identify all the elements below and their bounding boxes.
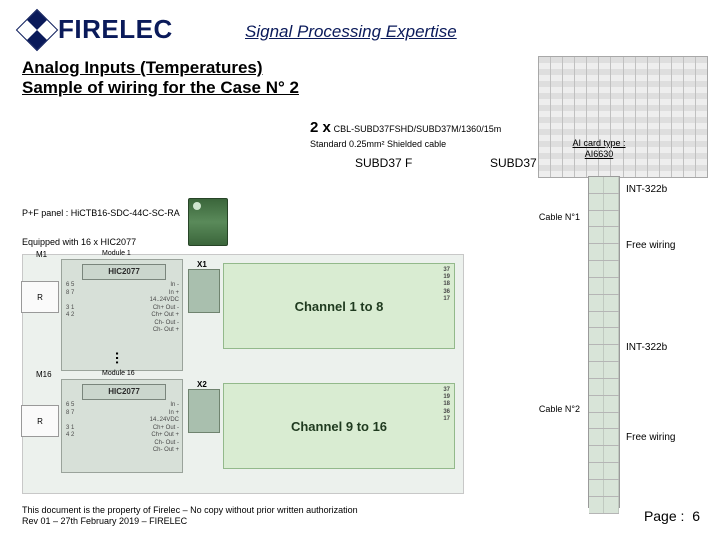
footer-line-2: Rev 01 – 27th February 2019 – FIRELEC <box>22 516 542 528</box>
module-16-tag: M16 <box>36 370 52 379</box>
channel-band-1: Channel 1 to 8 37 19 18 36 17 <box>223 263 455 349</box>
logo-icon <box>16 8 58 50</box>
module-1-left-pins: 6 5 8 7 3 1 4 2 <box>66 282 74 320</box>
page-title: Analog Inputs (Temperatures) Sample of w… <box>22 58 299 98</box>
tagline: Signal Processing Expertise <box>245 22 457 42</box>
terminal-column <box>588 176 620 508</box>
module-1-tag: M1 <box>36 250 47 259</box>
channel-band-1-label: Channel 1 to 8 <box>295 299 384 314</box>
ellipsis-dots: … <box>113 351 129 367</box>
page-number: Page : 6 <box>644 508 700 524</box>
connector-x1: X1 <box>188 269 220 313</box>
channel-band-2: Channel 9 to 16 37 19 18 36 17 <box>223 383 455 469</box>
module-16: M16 Module 16 HIC2077 6 5 8 7 3 1 4 2 In… <box>61 379 183 473</box>
title-line-2: Sample of wiring for the Case N° 2 <box>22 78 299 97</box>
channel-band-2-pins: 37 19 18 36 17 <box>443 387 450 423</box>
hic-chip-1: HIC2077 <box>82 264 166 280</box>
sensor-label-2: R <box>37 417 43 426</box>
connector-x1-tag: X1 <box>197 260 207 269</box>
sensor-top: R <box>21 281 59 313</box>
pf-panel-equipped: Equipped with 16 x HIC2077 <box>22 235 180 249</box>
cable-quantity: 2 x <box>310 119 331 136</box>
connector-x2: X2 <box>188 389 220 433</box>
free-wiring-label-2: Free wiring <box>626 432 706 443</box>
cable-n2-label: Cable N°2 <box>539 404 580 414</box>
connector-x2-tag: X2 <box>197 380 207 389</box>
ai-card-label: AI card type : AI6630 <box>564 138 634 160</box>
rack-photo <box>538 56 708 178</box>
module-16-left-pins: 6 5 8 7 3 1 4 2 <box>66 402 74 440</box>
title-line-1: Analog Inputs (Temperatures) <box>22 58 263 77</box>
wiring-diagram: R R M1 Module 1 HIC2077 6 5 8 7 3 1 4 2 … <box>22 254 464 494</box>
footer-disclaimer: This document is the property of Firelec… <box>22 505 542 528</box>
cable-n1-label: Cable N°1 <box>539 212 580 222</box>
page-num: 6 <box>692 508 700 524</box>
sensor-bottom: R <box>21 405 59 437</box>
module-16-title: Module 16 <box>102 370 135 377</box>
cable-part-number: CBL-SUBD37FSHD/SUBD37M/1360/15m <box>334 124 502 134</box>
pf-panel-model: P+F panel : HiCTB16-SDC-44C-SC-RA <box>22 206 180 220</box>
cable-spec: 2 x CBL-SUBD37FSHD/SUBD37M/1360/15m Stan… <box>310 118 501 152</box>
page-label: Page : <box>644 508 684 524</box>
brand-logo: FIRELEC <box>22 14 173 45</box>
channel-band-2-label: Channel 9 to 16 <box>291 419 387 434</box>
int-card-label-2: INT-322b <box>626 342 706 353</box>
connector-left-label: SUBD37 F <box>355 156 412 170</box>
free-wiring-label-1: Free wiring <box>626 240 706 251</box>
pf-device-photo <box>188 198 228 246</box>
footer-line-1: This document is the property of Firelec… <box>22 505 542 517</box>
int-card-label-1: INT-322b <box>626 184 706 195</box>
pf-panel-info: P+F panel : HiCTB16-SDC-44C-SC-RA Equipp… <box>22 206 180 249</box>
module-1-title: Module 1 <box>102 250 131 257</box>
sensor-label: R <box>37 293 43 302</box>
module-16-right-labels: In - In + 14..24VDC Ch+ Out - Ch+ Out + … <box>150 402 179 455</box>
hic-chip-16: HIC2077 <box>82 384 166 400</box>
module-1-right-labels: In - In + 14..24VDC Ch+ Out - Ch+ Out + … <box>150 282 179 335</box>
channel-band-1-pins: 37 19 18 36 17 <box>443 267 450 303</box>
brand-name: FIRELEC <box>58 14 173 45</box>
cable-standard: Standard 0.25mm² Shielded cable <box>310 139 446 149</box>
